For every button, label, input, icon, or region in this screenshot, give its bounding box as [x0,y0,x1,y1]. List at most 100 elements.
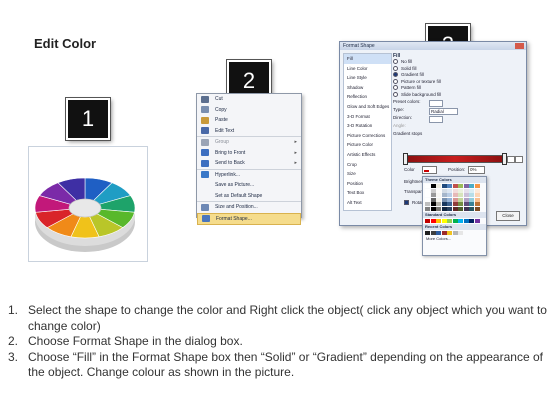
theme-color-swatch[interactable] [469,188,474,193]
recent-color-swatch[interactable] [436,230,441,235]
standard-color-swatch[interactable] [447,218,452,223]
nav-item[interactable]: Artistic Effects [344,150,391,160]
theme-color-swatch[interactable] [469,184,474,188]
theme-color-swatch[interactable] [463,184,469,188]
menu-item[interactable]: Save as Picture... [197,180,301,191]
nav-item[interactable]: Size [344,169,391,179]
theme-color-swatch[interactable] [452,193,458,197]
menu-item[interactable]: Set as Default Shape [197,191,301,202]
theme-color-swatch[interactable] [463,193,469,197]
nav-item[interactable]: Reflection [344,92,391,102]
theme-color-swatch[interactable] [430,197,436,202]
radio-button[interactable] [393,59,398,65]
nav-item[interactable]: Line Color [344,64,391,74]
position-input[interactable]: 0% [468,166,485,174]
theme-color-swatch[interactable] [425,184,430,188]
theme-color-swatch[interactable] [436,197,441,202]
theme-color-swatch[interactable] [458,197,463,202]
theme-color-swatch[interactable] [436,202,441,206]
standard-color-swatch[interactable] [458,218,463,223]
standard-color-swatch[interactable] [452,218,458,223]
theme-color-swatch[interactable] [452,197,458,202]
theme-color-swatch[interactable] [458,206,463,211]
theme-color-swatch[interactable] [474,202,480,206]
theme-color-swatch[interactable] [452,184,458,188]
nav-item[interactable]: 3-D Format [344,112,391,122]
nav-item[interactable]: 3-D Rotation [344,121,391,131]
nav-item[interactable]: Crop [344,160,391,170]
theme-color-swatch[interactable] [458,202,463,206]
nav-item[interactable]: Picture Corrections [344,131,391,141]
theme-color-swatch[interactable] [430,202,436,206]
standard-color-swatch[interactable] [469,218,474,223]
theme-color-swatch[interactable] [441,202,447,206]
theme-color-swatch[interactable] [430,206,436,211]
radio-button[interactable] [393,85,398,91]
menu-item[interactable]: Group ▸ [197,136,301,148]
add-stop-button[interactable] [507,156,515,163]
theme-color-swatch[interactable] [458,184,463,188]
nav-item[interactable]: Position [344,179,391,189]
color-dropdown[interactable] [422,166,437,174]
rotate-checkbox[interactable] [404,200,409,206]
theme-color-swatch[interactable] [441,193,447,197]
theme-color-swatch[interactable] [469,206,474,211]
theme-color-swatch[interactable] [436,206,441,211]
standard-color-swatch[interactable] [425,218,430,223]
theme-color-swatch[interactable] [425,193,430,197]
theme-color-swatch[interactable] [469,202,474,206]
recent-color-swatch[interactable] [452,230,458,235]
ring-shape[interactable] [30,150,140,260]
theme-color-swatch[interactable] [430,193,436,197]
nav-item[interactable]: Picture Color [344,140,391,150]
recent-color-swatch[interactable] [458,230,463,235]
menu-item[interactable]: Cut [197,94,301,105]
menu-item[interactable]: Bring to Front ▸ [197,148,301,159]
menu-item[interactable]: Edit Text [197,126,301,137]
nav-item[interactable]: Alt Text [344,198,391,208]
gradient-bar[interactable] [404,155,506,163]
recent-color-swatch[interactable] [441,230,447,235]
theme-color-swatch[interactable] [469,193,474,197]
theme-color-swatch[interactable] [436,193,441,197]
theme-color-swatch[interactable] [474,193,480,197]
theme-color-swatch[interactable] [463,197,469,202]
theme-color-swatch[interactable] [474,206,480,211]
theme-color-swatch[interactable] [447,193,452,197]
standard-color-swatch[interactable] [436,218,441,223]
gradient-stop-left[interactable] [403,153,408,165]
nav-item[interactable]: Shadow [344,83,391,93]
menu-item[interactable]: Send to Back ▸ [197,158,301,169]
menu-item[interactable]: Copy [197,105,301,116]
theme-color-swatch[interactable] [430,184,436,188]
nav-item[interactable]: Fill [344,54,391,64]
theme-color-swatch[interactable] [447,184,452,188]
theme-color-swatch[interactable] [469,197,474,202]
theme-color-swatch[interactable] [452,206,458,211]
theme-color-swatch[interactable] [447,197,452,202]
menu-item[interactable]: Hyperlink... [197,168,301,181]
nav-item[interactable]: Text Box [344,188,391,198]
close-button[interactable]: Close [496,211,520,221]
nav-item[interactable]: Glow and Soft Edges [344,102,391,112]
nav-item[interactable]: Line Style [344,73,391,83]
theme-color-swatch[interactable] [452,202,458,206]
theme-color-swatch[interactable] [441,188,447,193]
theme-color-swatch[interactable] [425,202,430,206]
recent-color-swatch[interactable] [447,230,452,235]
radio-button[interactable] [393,91,398,97]
recent-color-swatch[interactable] [425,230,430,235]
theme-color-swatch[interactable] [463,202,469,206]
remove-stop-button[interactable] [515,156,523,163]
standard-color-swatch[interactable] [474,218,480,223]
theme-color-swatch[interactable] [447,206,452,211]
standard-color-swatch[interactable] [441,218,447,223]
theme-color-swatch[interactable] [458,188,463,193]
theme-color-swatch[interactable] [474,184,480,188]
close-icon[interactable] [515,43,524,49]
theme-color-swatch[interactable] [452,188,458,193]
theme-color-swatch[interactable] [474,197,480,202]
theme-color-swatch[interactable] [458,193,463,197]
menu-item[interactable]: Paste [197,115,301,126]
radio-button[interactable] [393,65,398,71]
